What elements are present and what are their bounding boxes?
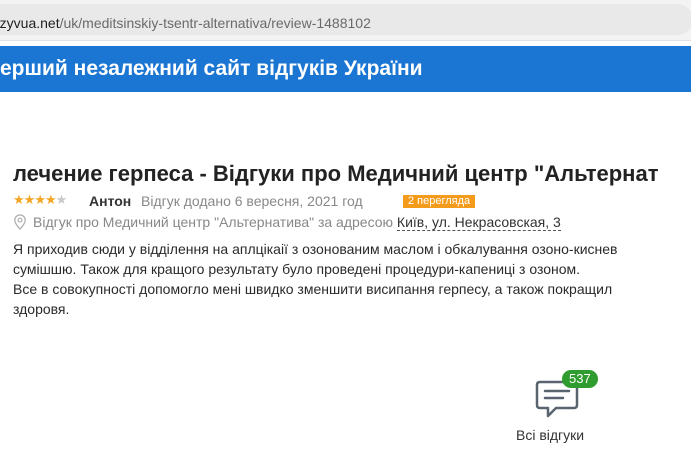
browser-address-bar: otzyvua.net/uk/meditsinskiy-tsentr-alter… [0, 0, 691, 41]
star-empty-icon: ★ [55, 192, 68, 207]
all-reviews-label: Всі відгуки [516, 427, 585, 443]
review-author[interactable]: Антон [89, 193, 131, 209]
review-text-line: Все в совокупності допомогло мені швидко… [13, 281, 613, 297]
reviews-count-badge: 537 [562, 370, 598, 388]
url-field[interactable]: otzyvua.net/uk/meditsinskiy-tsentr-alter… [0, 4, 691, 35]
rating-stars: ★★★★★ [13, 192, 68, 207]
address-link[interactable]: Київ, ул. Некрасовская, 3 [396, 214, 561, 231]
review-address: Відгук про Медичний центр "Альтернатива"… [13, 213, 561, 231]
url-host: otzyvua.net [0, 15, 60, 31]
review-text-line: Я приходив сюди у відділення на аплцікаі… [13, 241, 618, 257]
star-icon: ★ [23, 192, 36, 207]
url-text: otzyvua.net/uk/meditsinskiy-tsentr-alter… [0, 15, 371, 31]
star-icon: ★ [34, 192, 46, 207]
url-path: /uk/meditsinskiy-tsentr-alternativa/revi… [59, 15, 371, 31]
review-title: лечение герпеса - Відгуки про Медичний ц… [13, 161, 659, 186]
star-icon: ★ [13, 192, 25, 207]
review-text-line: здоровя. [13, 301, 70, 317]
site-banner: ерший незалежний сайт відгуків України [0, 46, 691, 92]
star-icon: ★ [44, 192, 57, 207]
banner-tagline: ерший незалежний сайт відгуків України [0, 57, 423, 80]
address-prefix: Відгук про Медичний центр "Альтернатива"… [33, 214, 394, 230]
views-badge: 2 перегляда [403, 195, 476, 208]
review-date: Відгук додано 6 вересня, 2021 год [141, 193, 363, 209]
location-pin-icon [14, 214, 26, 230]
review-text-line: сумішшю. Також для кращого результату бу… [13, 261, 581, 277]
review-body: Я приходив сюди у відділення на аплцікаі… [13, 239, 691, 319]
all-reviews-button[interactable]: 537 Всі відгуки [506, 370, 606, 450]
